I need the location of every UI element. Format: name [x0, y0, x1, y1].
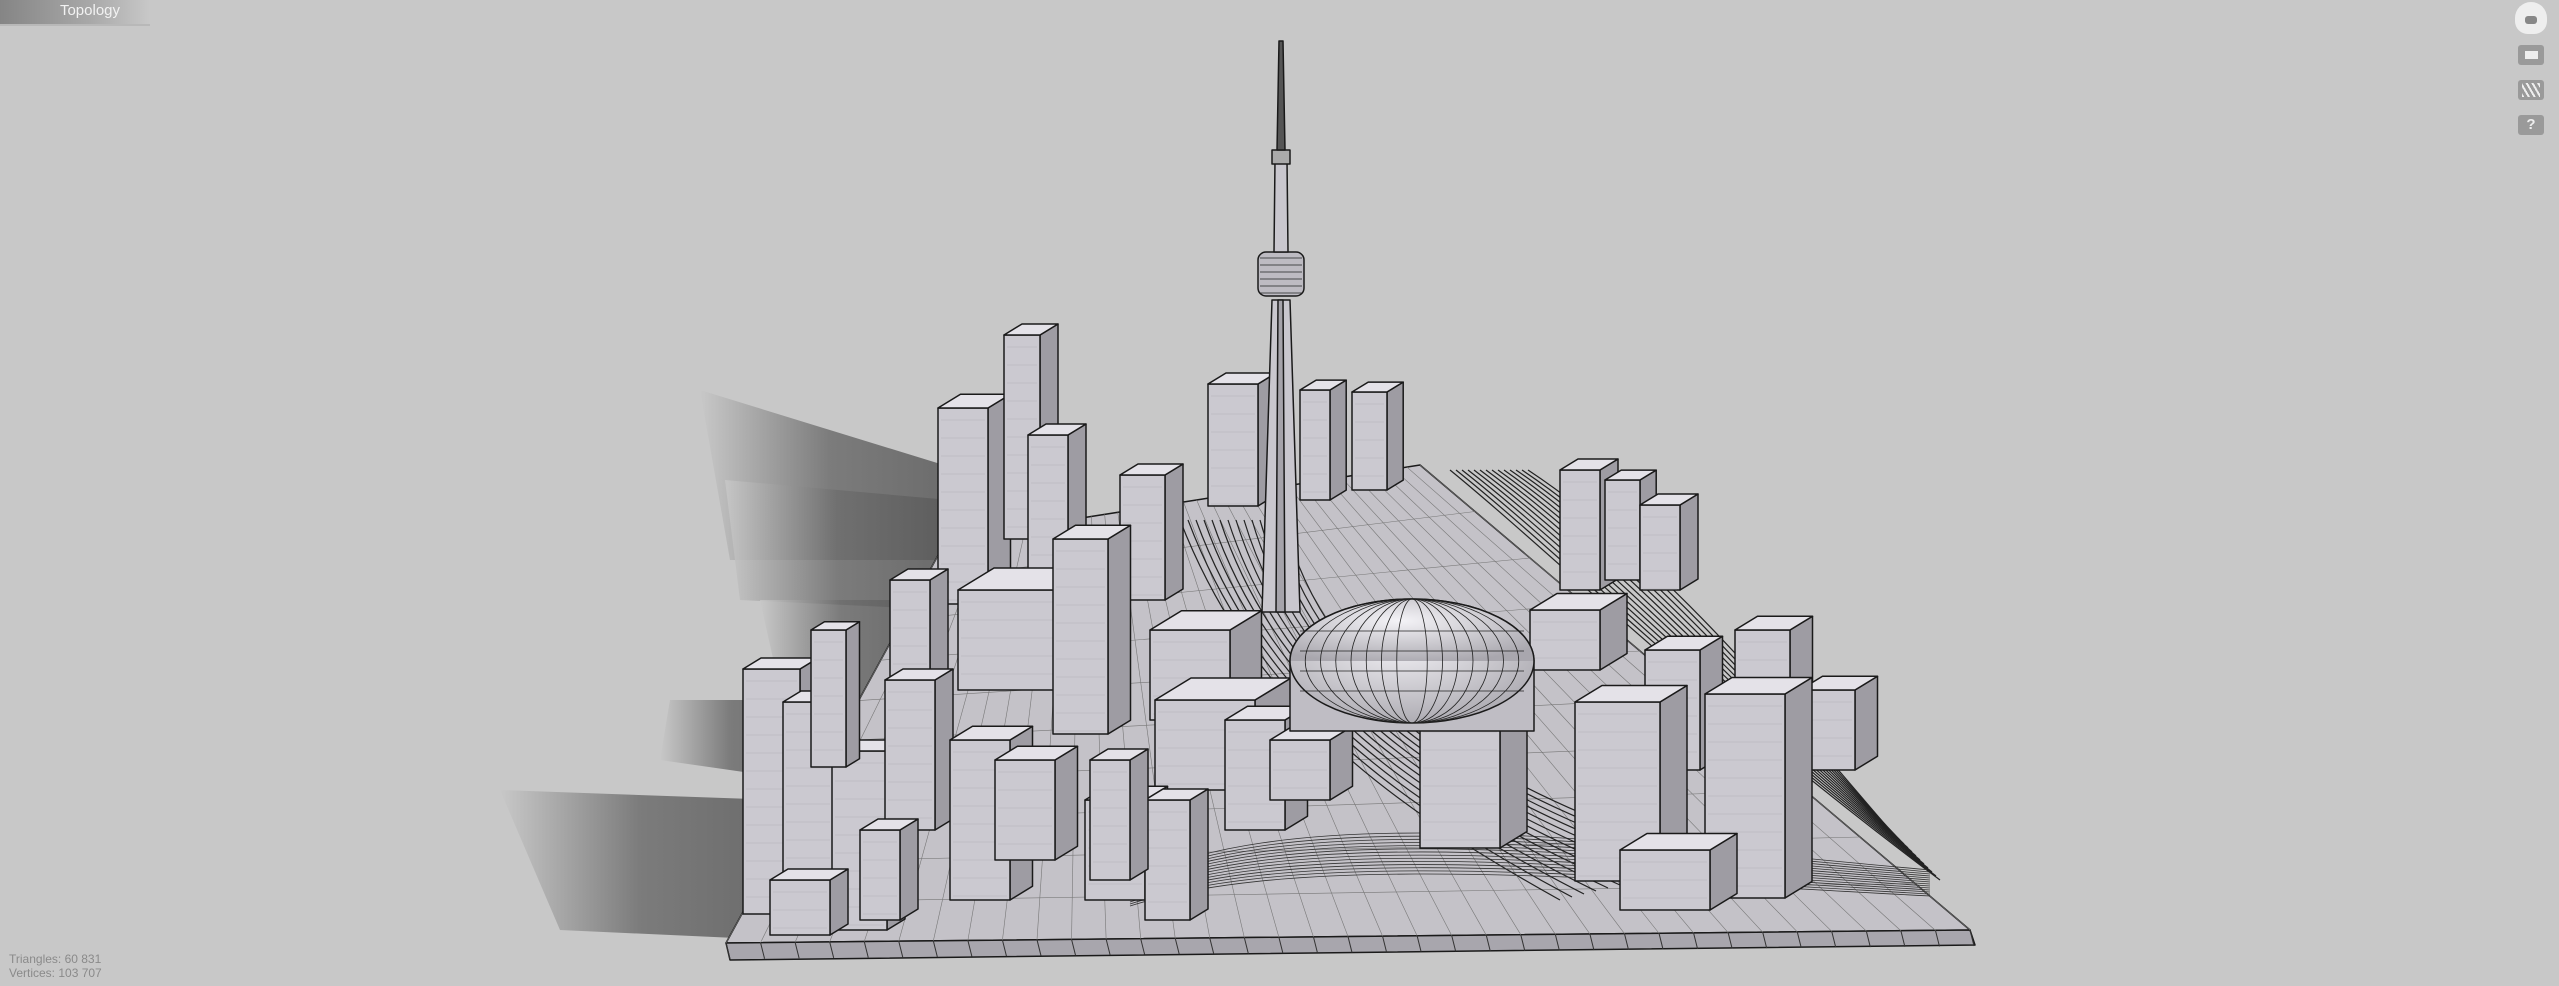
cn-tower	[1257, 40, 1305, 613]
building-side	[1784, 676, 1813, 899]
tower-skypod	[1271, 149, 1291, 165]
building-front	[859, 829, 901, 921]
building-side	[1854, 675, 1879, 771]
building-front	[1052, 538, 1109, 735]
building-front	[889, 579, 931, 681]
building-front	[769, 879, 831, 936]
hatch-lines-icon	[2522, 83, 2540, 97]
rectangle-icon	[2524, 51, 2538, 59]
building-side	[1386, 381, 1404, 491]
triangle-count: Triangles: 60 831	[9, 952, 102, 966]
building-front	[1299, 389, 1331, 501]
tower-leg	[1275, 299, 1286, 613]
tower-upper-shaft	[1273, 159, 1289, 253]
stadium-dome	[1289, 598, 1535, 732]
3d-viewport[interactable]	[0, 0, 2559, 986]
building-side	[1679, 493, 1699, 591]
building-side	[1129, 748, 1149, 881]
home-view-button[interactable]	[2515, 2, 2547, 34]
vertex-count: Vertices: 103 707	[9, 966, 102, 980]
building-side	[1164, 463, 1184, 601]
building-front	[884, 679, 936, 831]
building-shadow	[500, 790, 780, 940]
building-side	[1189, 788, 1209, 921]
building-side	[845, 621, 861, 768]
building-front	[1207, 383, 1259, 507]
question-icon: ?	[2526, 116, 2536, 133]
building-side	[899, 818, 919, 921]
tower-pod	[1257, 251, 1305, 297]
building-front	[994, 759, 1056, 861]
building-front	[810, 629, 847, 768]
mesh-stats: Triangles: 60 831 Vertices: 103 707	[9, 952, 102, 980]
home-head-icon	[2525, 16, 2537, 24]
building-front	[957, 589, 1059, 691]
building-front	[1639, 504, 1681, 591]
building-side	[1329, 379, 1347, 501]
building-front	[1604, 479, 1641, 581]
topology-tab[interactable]: Topology	[0, 0, 150, 26]
building-side	[929, 568, 949, 681]
building-side	[1054, 745, 1079, 861]
wireframe-mode-button[interactable]	[2518, 80, 2544, 100]
help-button[interactable]: ?	[2518, 115, 2544, 135]
display-mode-button[interactable]	[2518, 45, 2544, 65]
building-side	[1107, 524, 1132, 735]
tower-antenna	[1276, 40, 1286, 151]
building-front	[1351, 391, 1388, 491]
